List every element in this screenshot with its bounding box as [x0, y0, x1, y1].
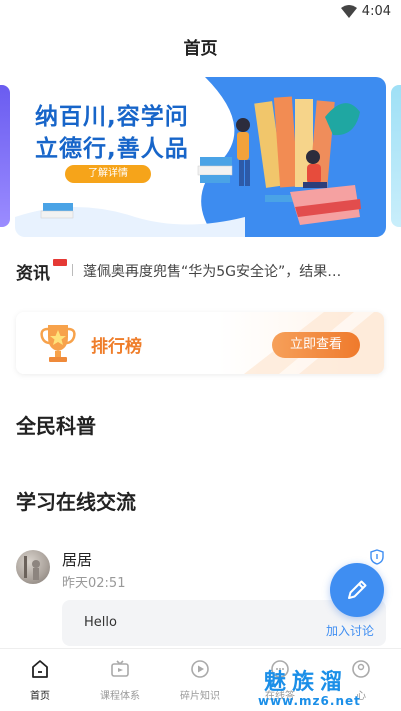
status-bar: 4:04 [0, 0, 401, 24]
tab-label-courses: 课程体系 [100, 691, 140, 702]
view-now-button[interactable]: 立即查看 [272, 332, 360, 358]
post-time: 昨天02:51 [62, 576, 126, 591]
tv-icon [111, 660, 129, 677]
ranking-card[interactable]: 排行榜 立即查看 [16, 312, 384, 374]
wifi-icon [341, 5, 357, 18]
banner-carousel[interactable]: 纳百川,容学问 立德行,善人品 了解详情 [0, 77, 401, 237]
prev-banner-card[interactable] [0, 85, 10, 227]
news-ticker[interactable]: 资讯 蓬佩奥再度兜售“华为5G安全论”，结果… [16, 257, 386, 285]
status-time: 4:04 [361, 4, 391, 19]
news-headline[interactable]: 蓬佩奥再度兜售“华为5G安全论”，结果… [83, 261, 386, 281]
tab-courses[interactable]: 课程体系 [80, 649, 160, 711]
watermark: 魅族溜 www.mz6.net [258, 664, 401, 710]
tab-label-fragments: 碎片知识 [180, 691, 220, 702]
post-content: Hello [84, 615, 117, 630]
pencil-icon [348, 580, 367, 599]
tab-fragments[interactable]: 碎片知识 [160, 649, 240, 711]
post-author[interactable]: 居居 [62, 549, 92, 570]
join-discussion-label[interactable]: 加入讨论 [326, 622, 374, 639]
avatar-image [24, 556, 40, 580]
news-divider [72, 264, 73, 276]
next-banner-card[interactable] [391, 85, 401, 227]
ranking-label: 排行榜 [91, 337, 142, 357]
watermark-brand: 魅族溜 [264, 670, 349, 695]
page-title: 首页 [183, 39, 218, 59]
tab-home[interactable]: 首页 [0, 649, 80, 711]
tab-label-home: 首页 [30, 691, 50, 702]
banner-title-line1: 纳百川,容学问 [35, 104, 189, 130]
banner-slide[interactable]: 纳百川,容学问 立德行,善人品 了解详情 [15, 77, 386, 237]
avatar[interactable] [16, 550, 50, 584]
trophy-icon [40, 325, 76, 362]
shield-icon [370, 549, 384, 565]
banner-title-line2: 立德行,善人品 [35, 136, 189, 162]
play-icon [191, 660, 209, 678]
news-hot-badge [53, 259, 67, 266]
news-tag: 资讯 [16, 264, 50, 284]
banner-detail-button[interactable]: 了解详情 [65, 165, 151, 183]
watermark-url: www.mz6.net [258, 694, 361, 708]
section-title-science: 全民科普 [16, 414, 96, 438]
section-title-discussion: 学习在线交流 [16, 490, 136, 514]
join-discussion-button[interactable] [330, 563, 384, 617]
home-icon [32, 660, 48, 678]
